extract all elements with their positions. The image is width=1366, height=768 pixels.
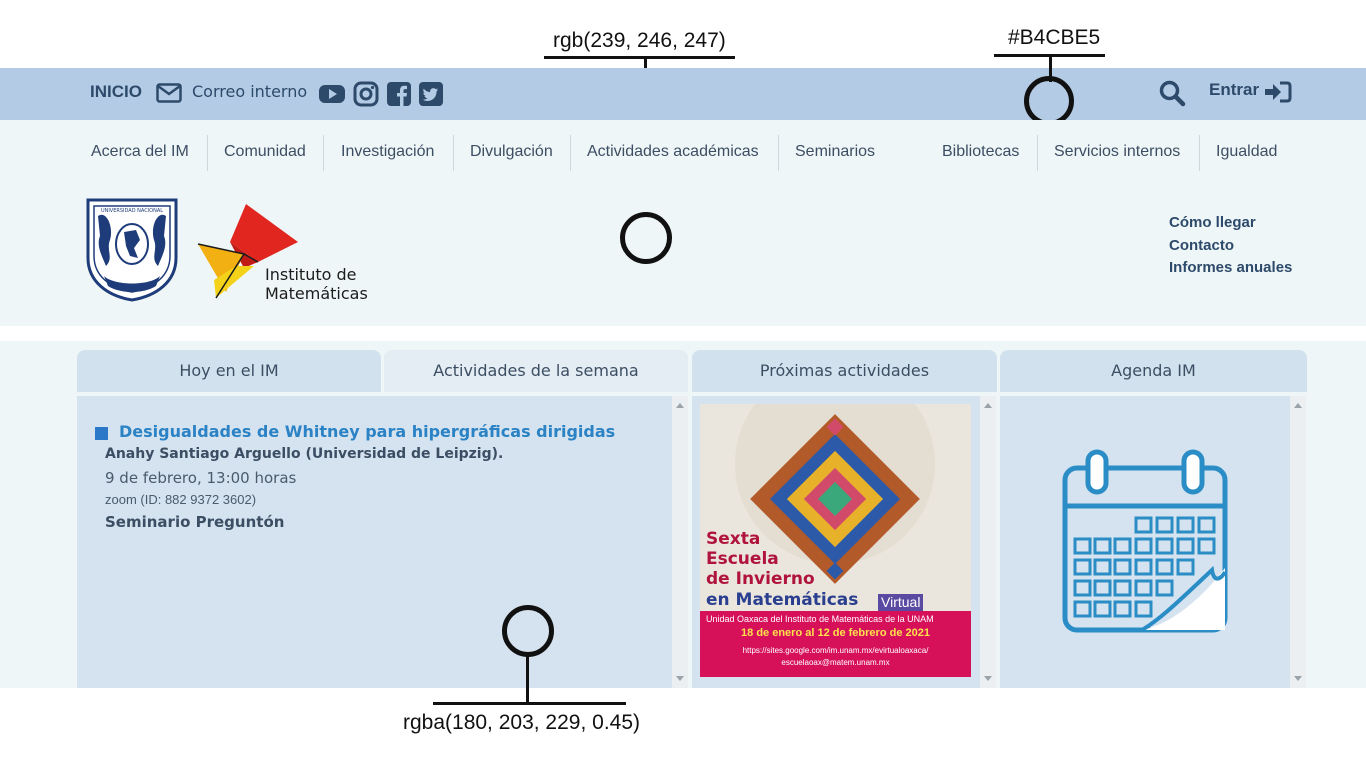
scroll-up-arrow[interactable] [1294, 403, 1302, 408]
poster-line2: Escuela [706, 549, 779, 569]
mail-link[interactable]: Correo interno [192, 82, 307, 101]
scroll-down-arrow[interactable] [1294, 676, 1302, 681]
quicklink-como-llegar[interactable]: Cómo llegar [1169, 212, 1292, 235]
event-seminar: Seminario Preguntón [105, 513, 285, 531]
login-button[interactable]: Entrar [1209, 80, 1259, 100]
annotation-label-panel-color: rgba(180, 203, 229, 0.45) [403, 711, 641, 734]
menu-item-comunidad[interactable]: Comunidad [224, 135, 306, 171]
poster-dates: 18 de enero al 12 de febrero de 2021 [741, 627, 930, 639]
menu-item-divulgacion[interactable]: Divulgación [470, 135, 553, 171]
institute-name: Instituto de Matemáticas [265, 265, 368, 303]
menu-divider [453, 135, 454, 171]
annotation-stem [526, 655, 529, 705]
quicklink-informes[interactable]: Informes anuales [1169, 257, 1292, 280]
menu-divider [778, 135, 779, 171]
main-menu: Acerca del IM Comunidad Investigación Di… [76, 135, 1296, 171]
poster-line4: en Matemáticas [706, 590, 859, 610]
home-link[interactable]: INICIO [90, 82, 142, 102]
winter-school-poster[interactable]: Sexta Escuela de Invierno en Matemáticas… [700, 404, 971, 677]
tab-semana[interactable]: Actividades de la semana [384, 350, 688, 392]
poster-line3: de Invierno [706, 569, 815, 589]
menu-item-igualdad[interactable]: Igualdad [1216, 135, 1277, 171]
event-bullet-icon [95, 427, 108, 440]
event-speaker: Anahy Santiago Arguello (Universidad de … [105, 446, 504, 462]
menu-item-investigacion[interactable]: Investigación [341, 135, 434, 171]
youtube-icon[interactable] [318, 81, 345, 107]
annotation-label-topbar-color: #B4CBE5 [1008, 26, 1101, 49]
poster-org: Unidad Oaxaca del Instituto de Matemátic… [706, 614, 934, 624]
facebook-icon[interactable] [386, 81, 412, 107]
twitter-icon[interactable] [418, 81, 444, 107]
menu-divider [1037, 135, 1038, 171]
site-header: Acerca del IM Comunidad Investigación Di… [0, 120, 1366, 326]
menu-divider [1199, 135, 1200, 171]
scroll-down-arrow[interactable] [676, 676, 684, 681]
svg-text:UNIVERSIDAD NACIONAL: UNIVERSIDAD NACIONAL [101, 208, 163, 214]
menu-item-servicios[interactable]: Servicios internos [1054, 135, 1180, 171]
event-datetime: 9 de febrero, 13:00 horas [105, 469, 297, 487]
instagram-icon[interactable] [353, 81, 379, 107]
tab-proximas[interactable]: Próximas actividades [692, 350, 997, 392]
annotation-rule [544, 56, 735, 59]
scroll-down-arrow[interactable] [984, 676, 992, 681]
menu-item-bibliotecas[interactable]: Bibliotecas [942, 135, 1019, 171]
tab-agenda[interactable]: Agenda IM [1000, 350, 1307, 392]
institute-name-line2: Matemáticas [265, 284, 368, 303]
menu-item-actividades[interactable]: Actividades académicas [587, 135, 759, 171]
panel-agenda-scrollbar[interactable] [1290, 396, 1306, 688]
annotation-marker [502, 605, 554, 657]
event-title-link[interactable]: Desigualdades de Whitney para hipergráfi… [119, 422, 615, 441]
menu-item-acerca[interactable]: Acerca del IM [91, 135, 189, 171]
panel-proximas-scrollbar[interactable] [980, 396, 996, 688]
quicklink-contacto[interactable]: Contacto [1169, 235, 1292, 258]
scroll-up-arrow[interactable] [984, 403, 992, 408]
quick-links: Cómo llegar Contacto Informes anuales [1169, 212, 1292, 280]
menu-divider [323, 135, 324, 171]
tab-hoy[interactable]: Hoy en el IM [77, 350, 381, 392]
scroll-up-arrow[interactable] [676, 403, 684, 408]
poster-email: escuelaoax@matem.unam.mx [781, 658, 890, 667]
menu-divider [207, 135, 208, 171]
poster-info-bar: Unidad Oaxaca del Instituto de Matemátic… [700, 611, 971, 677]
poster-virtual-tag: Virtual [878, 594, 924, 611]
menu-divider [570, 135, 571, 171]
event-zoom: zoom (ID: 882 9372 3602) [105, 492, 257, 507]
search-icon[interactable] [1158, 79, 1186, 111]
panel-hoy-scrollbar[interactable] [672, 396, 688, 688]
annotation-rule [433, 702, 626, 705]
unam-logo[interactable]: UNIVERSIDAD NACIONAL [84, 196, 180, 306]
envelope-icon[interactable] [156, 82, 182, 108]
sign-in-icon[interactable] [1264, 80, 1292, 108]
calendar-icon[interactable] [1062, 448, 1228, 638]
annotation-marker [620, 212, 672, 264]
top-bar: INICIO Correo interno Entrar [0, 68, 1366, 120]
menu-item-seminarios[interactable]: Seminarios [795, 135, 875, 171]
page-frame: rgb(239, 246, 247) #B4CBE5 INICIO Correo… [0, 0, 1366, 768]
institute-name-line1: Instituto de [265, 265, 357, 284]
annotation-label-header-color: rgb(239, 246, 247) [553, 29, 726, 52]
poster-line1: Sexta [706, 529, 761, 549]
poster-url: https://sites.google.com/im.unam.mx/evir… [742, 646, 929, 655]
annotation-marker [1024, 76, 1074, 126]
